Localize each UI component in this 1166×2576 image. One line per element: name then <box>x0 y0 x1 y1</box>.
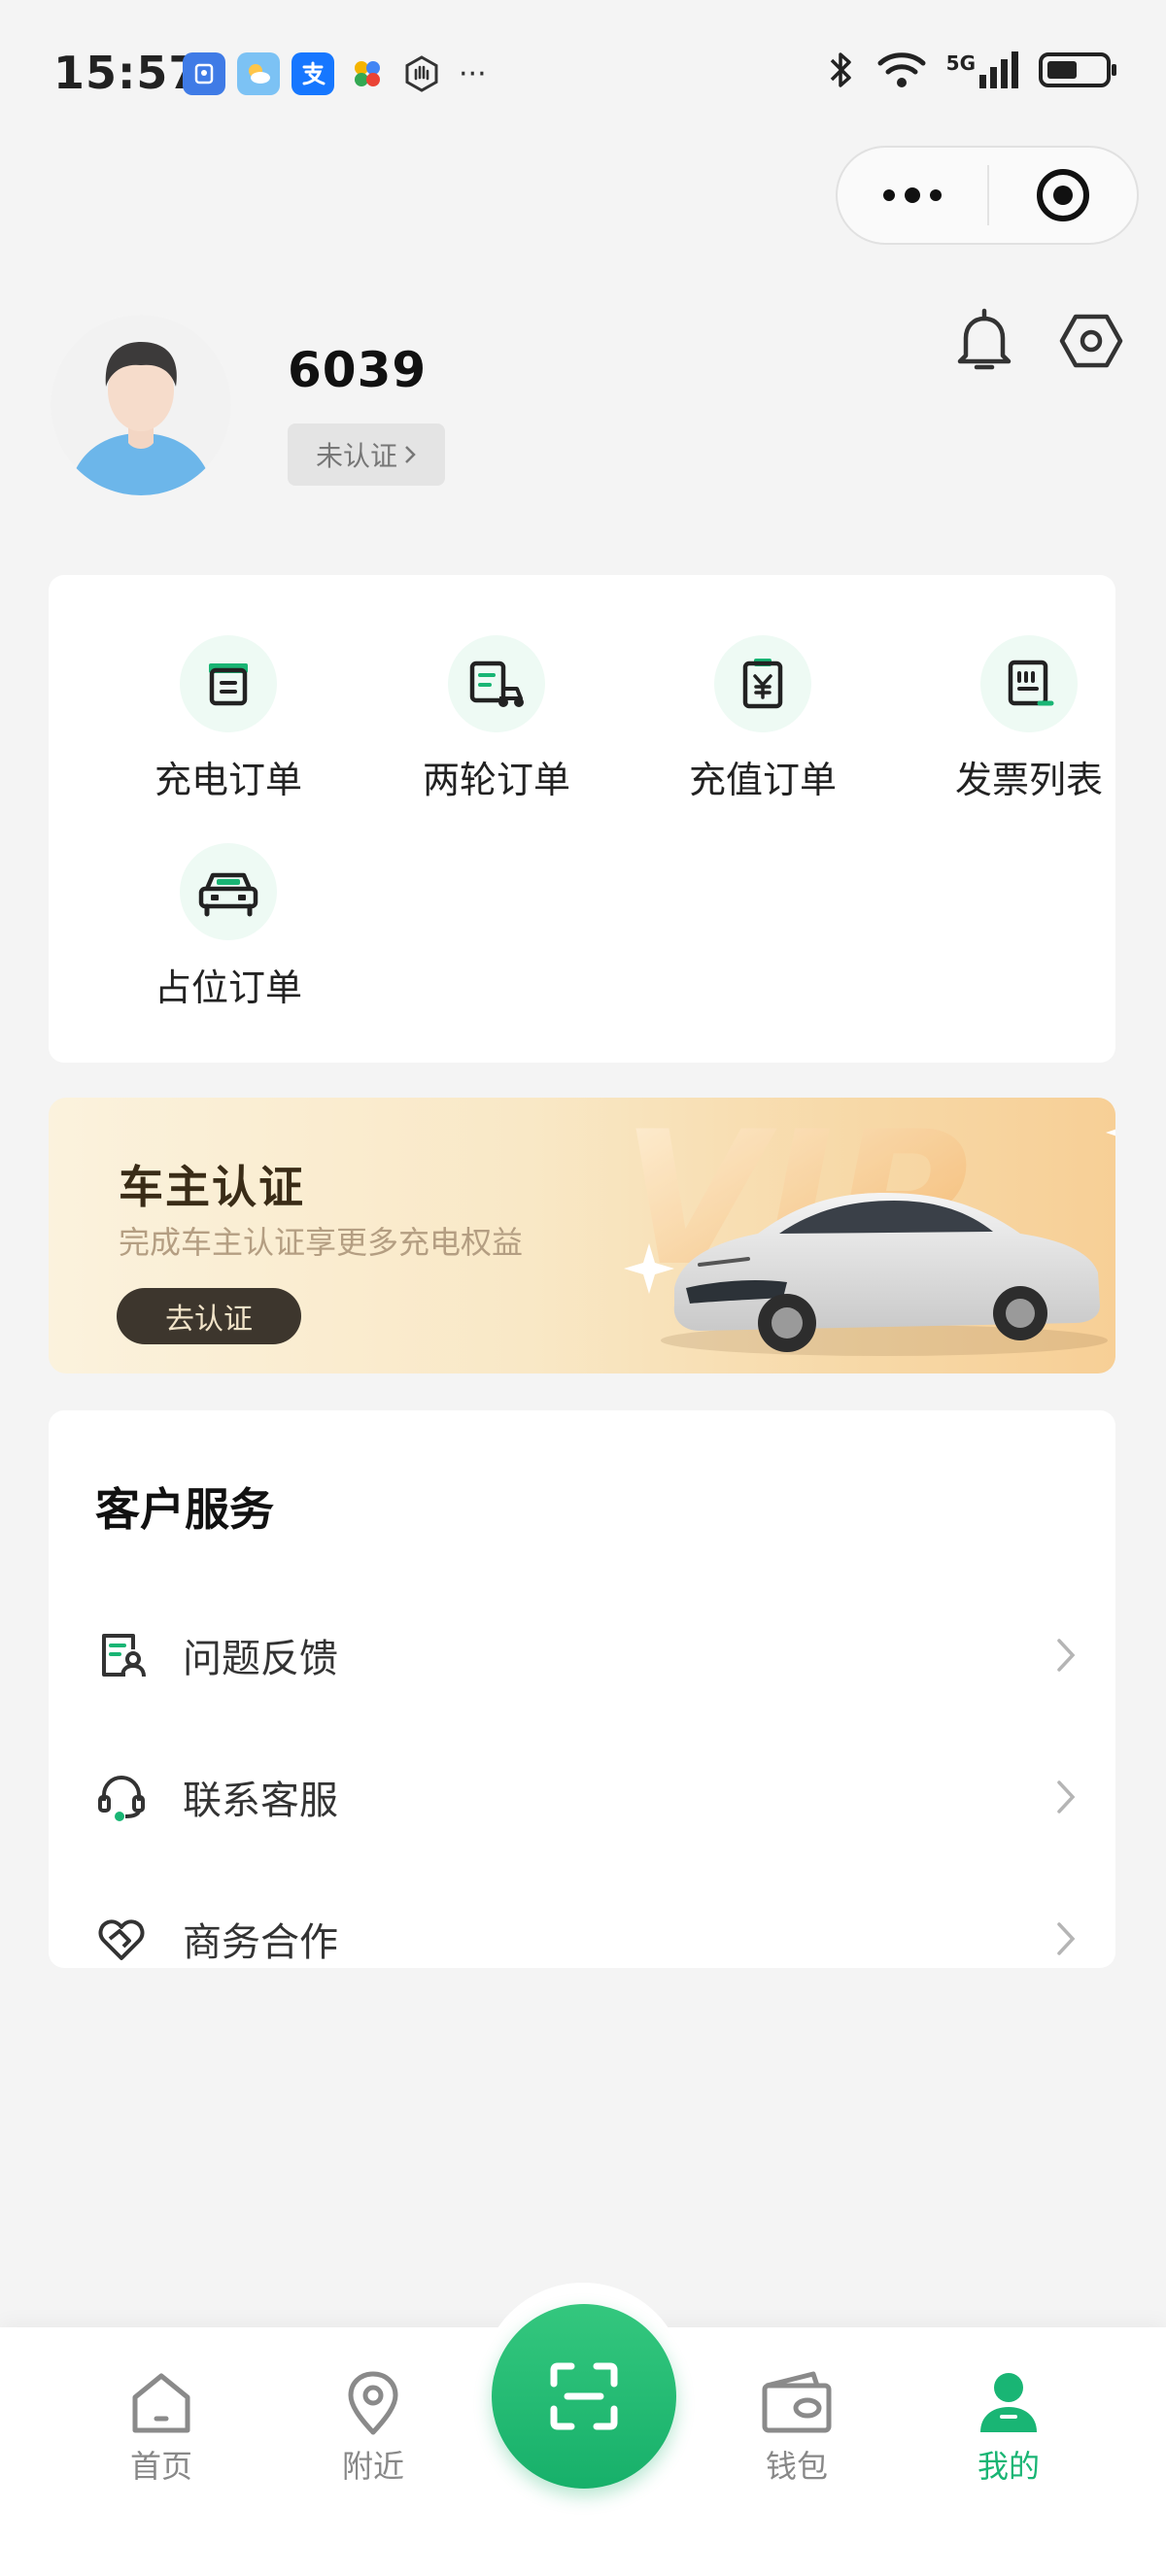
alipay-icon <box>292 52 334 95</box>
order-label: 充值订单 <box>688 759 837 801</box>
customer-service-card: 客户服务 问题反馈 联系客服 商务合作 <box>49 1410 1115 1968</box>
owner-verification-banner[interactable]: 车主认证 完成车主认证享更多充电权益 去认证 VIP <box>49 1098 1115 1373</box>
order-item-charging[interactable]: 充电订单 <box>95 635 361 803</box>
avatar[interactable] <box>51 315 231 495</box>
close-miniprogram-button[interactable] <box>989 148 1137 243</box>
vip-car-illustration: VIP <box>622 1098 1115 1356</box>
handshake-heart-icon <box>95 1913 148 1965</box>
service-item-label: 问题反馈 <box>183 1637 338 1681</box>
weather-icon <box>237 52 280 95</box>
tab-label: 我的 <box>977 2448 1040 2485</box>
headset-icon <box>95 1771 148 1823</box>
settings-button[interactable] <box>1059 307 1123 379</box>
two-wheeler-order-icon <box>448 635 545 732</box>
scan-button[interactable] <box>492 2304 676 2489</box>
notification-icons: ··· <box>183 52 487 95</box>
miniprogram-capsule <box>836 146 1139 245</box>
user-icon <box>980 2373 1037 2432</box>
section-title: 客户服务 <box>95 1483 274 1536</box>
service-item-label: 联系客服 <box>183 1779 338 1823</box>
service-item-label: 商务合作 <box>183 1920 338 1965</box>
system-indicators: 5G <box>824 49 1119 91</box>
hand-hexagon-icon <box>400 52 443 95</box>
username: 6039 <box>288 342 428 398</box>
wallet-icon <box>762 2371 832 2433</box>
cell-signal-icon: 5G <box>946 51 1018 88</box>
tab-mine[interactable]: 我的 <box>941 2368 1077 2487</box>
order-item-parking[interactable]: 占位订单 <box>95 843 361 1011</box>
tab-nearby[interactable]: 附近 <box>305 2368 441 2487</box>
target-close-icon <box>1037 169 1089 221</box>
service-item-feedback[interactable]: 问题反馈 <box>95 1616 1077 1694</box>
status-bar: 15:57 ··· 5G <box>0 0 1166 146</box>
bluetooth-icon <box>830 52 851 87</box>
verify-button[interactable]: 去认证 <box>117 1288 301 1344</box>
service-item-business[interactable]: 商务合作 <box>95 1900 1077 1978</box>
more-menu-button[interactable] <box>838 148 987 243</box>
scan-icon <box>550 2362 618 2430</box>
tab-wallet[interactable]: 钱包 <box>729 2368 865 2487</box>
bell-icon <box>957 308 1012 370</box>
chevron-right-icon <box>1057 1639 1076 1672</box>
pinwheel-icon <box>346 52 389 95</box>
order-label: 两轮订单 <box>422 759 570 801</box>
status-time: 15:57 <box>53 47 201 99</box>
home-icon <box>132 2373 190 2433</box>
recharge-order-icon <box>714 635 811 732</box>
wifi-icon <box>877 52 926 87</box>
chevron-right-icon <box>405 446 416 463</box>
settings-hexagon-icon <box>1059 314 1123 368</box>
chevron-right-icon <box>1057 1780 1076 1813</box>
more-notifications: ··· <box>459 56 487 91</box>
order-item-invoice[interactable]: 发票列表 <box>896 635 1162 803</box>
invoice-list-icon <box>980 635 1078 732</box>
tab-label: 钱包 <box>765 2448 828 2485</box>
location-icon <box>348 2371 398 2435</box>
parking-order-icon <box>180 843 277 940</box>
profile-page: 15:57 ··· 5G 6039 未认证 充电订单 两轮订单 充值订单 发票列… <box>0 0 1166 2576</box>
app-notification-icon <box>183 52 225 95</box>
order-label: 发票列表 <box>954 759 1103 801</box>
notifications-button[interactable] <box>954 307 1014 379</box>
banner-subtitle: 完成车主认证享更多充电权益 <box>119 1224 524 1261</box>
chevron-right-icon <box>1057 1922 1076 1955</box>
order-label: 占位订单 <box>154 966 302 1009</box>
verification-status-label: 未认证 <box>315 440 397 472</box>
service-item-contact[interactable]: 联系客服 <box>95 1758 1077 1836</box>
order-item-two-wheeler[interactable]: 两轮订单 <box>363 635 630 803</box>
charging-order-icon <box>180 635 277 732</box>
orders-card: 充电订单 两轮订单 充值订单 发票列表 占位订单 <box>49 575 1115 1063</box>
battery-icon <box>1039 52 1116 87</box>
feedback-icon <box>95 1629 148 1681</box>
tab-label: 首页 <box>129 2448 192 2485</box>
verification-status-button[interactable]: 未认证 <box>288 424 445 486</box>
order-label: 充电订单 <box>154 759 302 801</box>
order-item-recharge[interactable]: 充值订单 <box>630 635 896 803</box>
banner-title: 车主认证 <box>119 1161 305 1213</box>
tab-label: 附近 <box>341 2448 404 2485</box>
tab-home[interactable]: 首页 <box>93 2368 229 2487</box>
